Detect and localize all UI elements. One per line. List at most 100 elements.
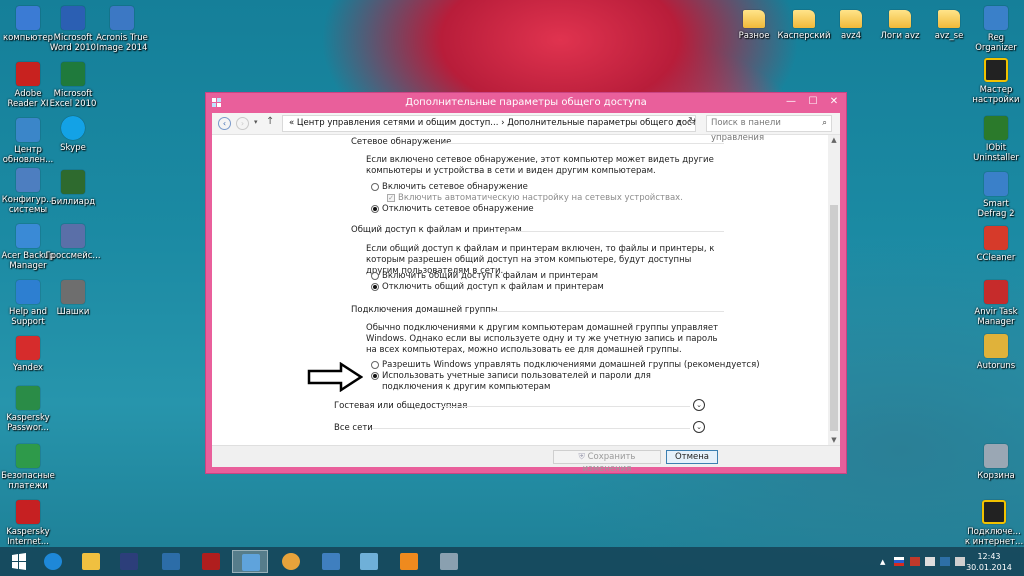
refresh-icon[interactable]: ↻ [688,116,696,127]
scroll-down-icon[interactable]: ▼ [828,436,840,444]
homegroup-description: Обычно подключениями к другим компьютера… [366,323,719,355]
recycle-bin-icon [984,444,1008,468]
desktop-folder-avz-logs[interactable]: Логи avz [872,6,928,41]
section-file-sharing: Общий доступ к файлам и принтерам [351,225,522,235]
scroll-thumb[interactable] [830,205,838,431]
desktop-icon-setup-wizard[interactable]: Мастер настройки [968,58,1024,105]
gear-icon [162,553,180,570]
desktop-folder-avz4[interactable]: avz4 [823,6,879,41]
radio-enable-discovery[interactable]: Включить сетевое обнаружение [371,182,528,193]
vertical-scrollbar[interactable]: ▲ ▼ [828,135,840,445]
taskbar-notepad[interactable] [354,550,384,573]
cancel-button[interactable]: Отмена [666,450,718,464]
start-button[interactable] [4,550,34,573]
desktop-icon-chess[interactable]: Гроссмейс... [45,224,101,261]
folder-icon [938,10,960,28]
divider [442,143,724,144]
excel-icon [61,62,85,86]
radio-button[interactable] [371,183,379,191]
desktop-icon-recycle-bin[interactable]: Корзина [968,444,1024,481]
network-discovery-description: Если включено сетевое обнаружение, этот … [366,155,714,176]
network-tray-icon[interactable] [940,557,950,566]
back-arrow-icon[interactable]: ‹ [218,117,231,130]
desktop-icon-billiards[interactable]: Биллиард [45,170,101,207]
radio-use-accounts[interactable]: Использовать учетные записи пользователе… [371,371,702,393]
sync-tray-icon[interactable] [925,557,935,566]
checkbox[interactable]: ✓ [387,194,395,202]
safe-payments-icon [16,444,40,468]
radio-button-selected[interactable] [371,372,379,380]
radio-windows-managed[interactable]: Разрешить Windows управлять подключениям… [371,360,760,371]
scroll-up-icon[interactable]: ▲ [828,136,840,144]
folder-icon [889,10,911,28]
maximize-button[interactable]: ☐ [802,93,824,111]
desktop-icon-kaspersky-internet[interactable]: Kaspersky Internet... [0,500,56,547]
divider [440,406,690,407]
profile-all-networks[interactable]: Все сети [334,423,373,433]
taskbar-player[interactable] [394,550,424,573]
desktop-icon-checkers[interactable]: Шашки [45,280,101,317]
clock-time: 12:43 [977,552,1001,561]
desktop-icon-internet-connect[interactable]: Подключе... к интернет... [964,500,1024,547]
radio-disable-sharing[interactable]: Отключить общий доступ к файлам и принте… [371,282,604,293]
desktop-icon-anvir[interactable]: Anvir Task Manager [968,280,1024,327]
address-bar[interactable]: « Центр управления сетями и общим доступ… [282,115,696,132]
minimize-button[interactable]: — [780,93,802,111]
antivirus-tray-icon[interactable] [910,557,920,566]
desktop-icon-iobit[interactable]: IObit Uninstaller [968,116,1024,163]
close-button[interactable]: ✕ [822,93,846,111]
internet-explorer-icon [44,553,62,570]
checkbox-auto-setup[interactable]: ✓ Включить автоматическую настройку на се… [387,193,683,204]
radio-disable-discovery[interactable]: Отключить сетевое обнаружение [371,204,534,215]
save-changes-button[interactable]: ⛨ Сохранить изменения [553,450,661,474]
update-center-icon [16,118,40,142]
taskbar-power[interactable] [196,550,226,573]
radio-button[interactable] [371,272,379,280]
taskbar-app[interactable] [316,550,346,573]
taskbar-control-panel[interactable] [232,550,268,573]
forward-arrow-icon[interactable]: › [236,117,249,130]
taskbar-explorer[interactable] [76,550,106,573]
title-bar[interactable]: Дополнительные параметры общего доступа … [206,93,846,113]
desktop-icon-acronis[interactable]: Acronis True Image 2014 [94,6,150,53]
desktop-icon-kaspersky-password[interactable]: Kaspersky Passwor... [0,386,56,433]
taskbar-app-gear[interactable] [156,550,186,573]
shield-icon: ⛨ [578,452,588,462]
taskbar-paint[interactable] [276,550,306,573]
taskbar-ie[interactable] [38,550,68,573]
folder-icon [743,10,765,28]
notepad-icon [360,553,378,570]
chevron-down-icon[interactable]: ⌄ [693,421,705,433]
section-homegroup: Подключения домашней группы [351,305,498,315]
desktop-icon-safe-payments[interactable]: Безопасные платежи [0,444,56,491]
pointer-arrow-icon [307,362,363,392]
desktop-icon-reg-organizer[interactable]: Reg Organizer [968,6,1024,53]
app-icon [322,553,340,570]
taskbar-screen[interactable] [434,550,464,573]
radio-button-selected[interactable] [371,283,379,291]
chevron-down-icon[interactable]: ⌄ [693,399,705,411]
desktop-icon-ccleaner[interactable]: CCleaner [968,226,1024,263]
radio-button[interactable] [371,361,379,369]
yandex-icon [16,336,40,360]
search-icon[interactable]: ⌕ [822,116,827,131]
search-input[interactable]: Поиск в панели управления ⌕ [706,115,832,143]
desktop-icon-excel[interactable]: Microsoft Excel 2010 [45,62,101,109]
desktop-icon-skype[interactable]: Skype [45,116,101,153]
tray-expand-icon[interactable]: ▲ [880,558,885,566]
desktop-icon-word[interactable]: Microsoft Word 2010 [45,6,101,53]
radio-button-selected[interactable] [371,205,379,213]
acer-backup-icon [16,224,40,248]
recent-dropdown-icon[interactable]: ▾ [254,118,258,126]
taskbar-media[interactable] [114,550,144,573]
system-clock[interactable]: 12:43 30.01.2014 [964,551,1014,573]
address-dropdown-icon[interactable]: ▾ [678,118,682,126]
up-arrow-icon[interactable]: ↑ [266,116,274,127]
desktop-icon-autoruns[interactable]: Autoruns [968,334,1024,371]
clock-date: 30.01.2014 [966,563,1012,572]
folder-icon [840,10,862,28]
desktop-icon-yandex[interactable]: Yandex [0,336,56,373]
radio-enable-sharing[interactable]: Включить общий доступ к файлам и принтер… [371,271,598,282]
language-flag-icon[interactable] [894,557,904,566]
desktop-icon-smart-defrag[interactable]: Smart Defrag 2 [968,172,1024,219]
